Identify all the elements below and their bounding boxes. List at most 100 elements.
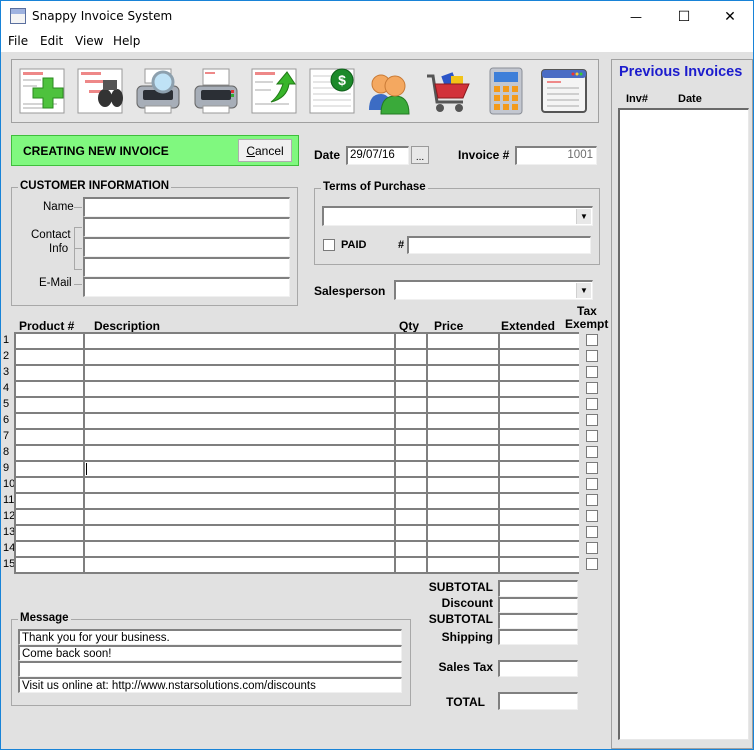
tax-exempt-checkbox[interactable] [586,350,598,362]
description-cell[interactable] [83,540,394,556]
tax-exempt-checkbox[interactable] [586,414,598,426]
tax-exempt-checkbox[interactable] [586,462,598,474]
description-cell[interactable] [83,332,394,348]
description-cell[interactable] [83,524,394,540]
product-cell[interactable] [14,332,84,348]
extended-cell[interactable] [498,428,579,444]
message-line-4[interactable]: Visit us online at: http://www.nstarsolu… [18,677,402,693]
description-cell[interactable] [83,508,394,524]
product-cell[interactable] [14,540,84,556]
payments-button[interactable]: $ [306,64,358,118]
qty-cell[interactable] [394,540,427,556]
message-line-1[interactable]: Thank you for your business. [18,629,402,645]
product-cell[interactable] [14,348,84,364]
email-input[interactable] [83,277,290,297]
price-cell[interactable] [426,540,499,556]
qty-cell[interactable] [394,444,427,460]
shipping-field[interactable] [498,629,578,645]
description-cell[interactable] [83,556,394,572]
product-cell[interactable] [14,508,84,524]
extended-cell[interactable] [498,540,579,556]
extended-cell[interactable] [498,380,579,396]
terms-dropdown[interactable]: ▼ [322,206,593,226]
description-cell[interactable] [83,396,394,412]
price-cell[interactable] [426,508,499,524]
invoice-template-button[interactable] [538,64,590,118]
calculator-button[interactable] [480,64,532,118]
tax-exempt-checkbox[interactable] [586,510,598,522]
menu-edit[interactable]: Edit [40,34,63,48]
tax-exempt-checkbox[interactable] [586,478,598,490]
subtotal2-field[interactable] [498,613,578,629]
tax-exempt-checkbox[interactable] [586,446,598,458]
description-cell[interactable] [83,428,394,444]
tax-exempt-checkbox[interactable] [586,366,598,378]
qty-cell[interactable] [394,412,427,428]
qty-cell[interactable] [394,508,427,524]
extended-cell[interactable] [498,332,579,348]
description-cell[interactable] [83,492,394,508]
message-line-3[interactable] [18,661,402,677]
price-cell[interactable] [426,412,499,428]
previous-invoices-list[interactable] [618,108,749,740]
products-button[interactable] [422,64,474,118]
description-cell[interactable] [83,380,394,396]
product-cell[interactable] [14,556,84,572]
price-cell[interactable] [426,332,499,348]
price-cell[interactable] [426,460,499,476]
price-cell[interactable] [426,556,499,572]
extended-cell[interactable] [498,492,579,508]
qty-cell[interactable] [394,332,427,348]
qty-cell[interactable] [394,556,427,572]
menu-view[interactable]: View [75,34,103,48]
contact-info-line-3[interactable] [83,257,290,277]
find-invoice-button[interactable] [74,64,126,118]
price-cell[interactable] [426,348,499,364]
product-cell[interactable] [14,476,84,492]
total-field[interactable] [498,692,578,710]
extended-cell[interactable] [498,364,579,380]
extended-cell[interactable] [498,396,579,412]
qty-cell[interactable] [394,364,427,380]
menu-file[interactable]: File [8,34,28,48]
cancel-button[interactable]: Cancel [238,139,292,162]
qty-cell[interactable] [394,348,427,364]
product-cell[interactable] [14,444,84,460]
product-cell[interactable] [14,380,84,396]
date-picker-button[interactable]: ... [411,146,429,164]
chevron-down-icon[interactable]: ▼ [576,209,591,224]
product-cell[interactable] [14,460,84,476]
price-cell[interactable] [426,364,499,380]
column-inv[interactable]: Inv# [626,93,648,105]
export-button[interactable] [248,64,300,118]
extended-cell[interactable] [498,476,579,492]
chevron-down-icon[interactable]: ▼ [576,283,591,298]
qty-cell[interactable] [394,460,427,476]
menu-help[interactable]: Help [113,34,140,48]
description-cell[interactable] [83,348,394,364]
price-cell[interactable] [426,428,499,444]
price-cell[interactable] [426,380,499,396]
tax-exempt-checkbox[interactable] [586,558,598,570]
product-cell[interactable] [14,492,84,508]
description-cell[interactable] [83,412,394,428]
tax-exempt-checkbox[interactable] [586,526,598,538]
product-cell[interactable] [14,428,84,444]
product-cell[interactable] [14,412,84,428]
extended-cell[interactable] [498,412,579,428]
customers-button[interactable] [364,64,416,118]
description-cell[interactable] [83,364,394,380]
invoice-number-input[interactable]: 1001 [515,146,597,165]
extended-cell[interactable] [498,556,579,572]
tax-exempt-checkbox[interactable] [586,430,598,442]
discount-field[interactable] [498,597,578,613]
qty-cell[interactable] [394,492,427,508]
qty-cell[interactable] [394,396,427,412]
qty-cell[interactable] [394,428,427,444]
extended-cell[interactable] [498,524,579,540]
product-cell[interactable] [14,524,84,540]
salesperson-dropdown[interactable]: ▼ [394,280,593,300]
customer-name-input[interactable] [83,197,290,217]
description-cell[interactable] [83,444,394,460]
paid-checkbox[interactable] [323,239,335,251]
